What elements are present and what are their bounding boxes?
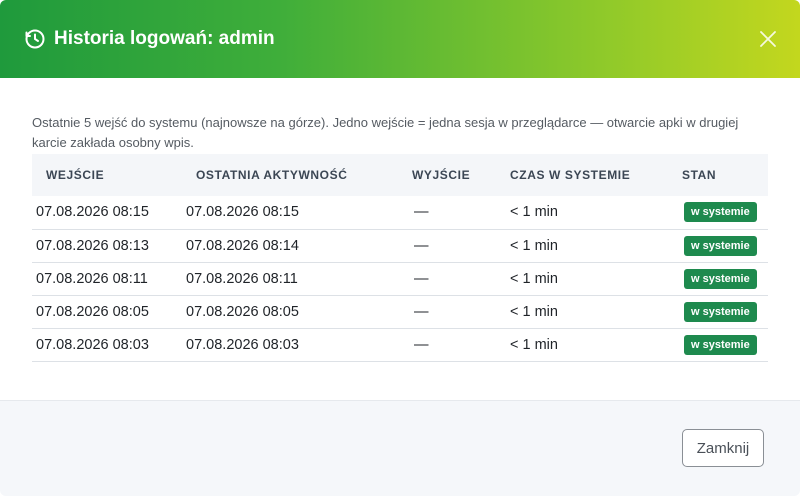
clock-icon	[24, 28, 46, 50]
status-badge: w systemie	[684, 235, 757, 256]
cell-state: w systemie	[668, 262, 768, 295]
cell-login: 07.08.2026 08:11	[36, 270, 148, 287]
cell-state: w systemie	[668, 328, 768, 361]
status-badge: w systemie	[684, 268, 757, 289]
cell-state: w systemie	[668, 295, 768, 328]
column-header-logout: WYJŚCIE	[412, 168, 471, 182]
cell-login: 07.08.2026 08:15	[36, 204, 149, 221]
table-row: 07.08.2026 08:13 07.08.2026 08:14 — < 1 min…	[32, 229, 768, 262]
cell-last-activity: 07.08.2026 08:11	[186, 270, 298, 287]
cell-last-activity: 07.08.2026 08:03	[186, 336, 299, 353]
status-badge: w systemie	[684, 334, 757, 355]
cell-logout: —	[414, 204, 429, 221]
table-row: 07.08.2026 08:03 07.08.2026 08:03 — < 1 min…	[32, 328, 768, 361]
intro-text: Ostatnie 5 wejść do systemu (najnowsze n…	[32, 115, 739, 150]
login-history-table: WEJŚCIE OSTATNIA AKTYWNOŚĆ WYJŚCIE CZAS …	[32, 154, 768, 362]
table-row: 07.08.2026 08:11 07.08.2026 08:11 — < 1 min…	[32, 262, 768, 295]
table-row: 07.08.2026 08:05 07.08.2026 08:05 — < 1 min…	[32, 295, 768, 328]
modal-header: Historia logowań: admin	[0, 0, 800, 78]
cell-login: 07.08.2026 08:05	[36, 303, 149, 320]
cell-login: 07.08.2026 08:03	[36, 336, 149, 353]
column-header-login: WEJŚCIE	[46, 168, 105, 182]
table-header-row: WEJŚCIE OSTATNIA AKTYWNOŚĆ WYJŚCIE CZAS …	[32, 154, 768, 196]
close-icon[interactable]	[758, 29, 778, 49]
column-header-duration: CZAS W SYSTEMIE	[510, 168, 631, 182]
cell-duration: < 1 min	[510, 303, 558, 320]
cell-duration: < 1 min	[510, 270, 558, 287]
status-badge: w systemie	[684, 202, 757, 223]
status-badge: w systemie	[684, 301, 757, 322]
cell-login: 07.08.2026 08:13	[36, 237, 149, 254]
cell-last-activity: 07.08.2026 08:05	[186, 303, 299, 320]
cell-state: w systemie	[668, 196, 768, 229]
column-header-state: STAN	[682, 168, 717, 182]
modal-title: Historia logowań: admin	[54, 28, 275, 49]
cell-last-activity: 07.08.2026 08:14	[186, 237, 299, 254]
cell-duration: < 1 min	[510, 204, 558, 221]
cell-last-activity: 07.08.2026 08:15	[186, 204, 299, 221]
cell-logout: —	[414, 270, 429, 287]
close-button[interactable]: Zamknij	[682, 429, 764, 467]
modal-body: Ostatnie 5 wejść do systemu (najnowsze n…	[0, 78, 800, 362]
column-header-last-activity: OSTATNIA AKTYWNOŚĆ	[196, 168, 348, 182]
modal-footer: Zamknij	[0, 400, 800, 496]
cell-duration: < 1 min	[510, 336, 558, 353]
cell-duration: < 1 min	[510, 237, 558, 254]
login-history-modal: Historia logowań: admin Ostatnie 5 wejść…	[0, 0, 800, 496]
cell-logout: —	[414, 303, 429, 320]
table-row: 07.08.2026 08:15 07.08.2026 08:15 — < 1 min…	[32, 196, 768, 229]
cell-logout: —	[414, 336, 429, 353]
cell-logout: —	[414, 237, 429, 254]
cell-state: w systemie	[668, 229, 768, 262]
